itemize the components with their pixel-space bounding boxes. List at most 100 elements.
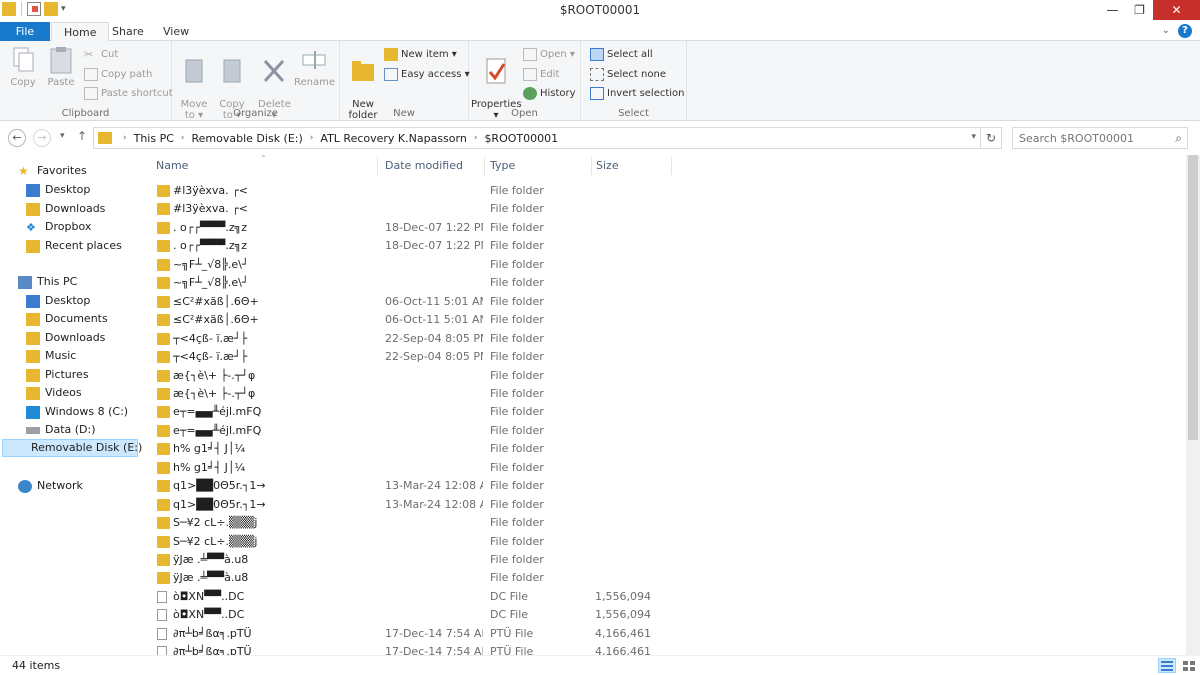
- table-row[interactable]: h% g1╛┤ J│¼ File folder: [140, 459, 1186, 477]
- column-header-date[interactable]: Date modified: [385, 155, 463, 177]
- table-row[interactable]: ≤C²#xäß│.6Θ+ 06-Oct-11 5:01 AM File folder: [140, 311, 1186, 329]
- star-icon: ★: [18, 163, 29, 178]
- table-row[interactable]: ~╗F┴_√8╠.e\┘ File folder: [140, 256, 1186, 274]
- table-row[interactable]: #l3ÿèxva. ┌< File folder: [140, 182, 1186, 200]
- table-row[interactable]: æ{┐è\+ ├-.┬┘φ File folder: [140, 385, 1186, 403]
- chevron-right-icon[interactable]: ›: [181, 133, 185, 143]
- help-icon[interactable]: ?: [1178, 24, 1192, 38]
- table-row[interactable]: ∂π┴b╛ßα╕.pTÜ 17-Dec-14 7:54 AM PTÜ File 4,1…: [140, 643, 1186, 655]
- paste-button[interactable]: Paste: [45, 45, 77, 88]
- table-row[interactable]: ò◘XN▀▀..DC DC File 1,556,094 KB: [140, 588, 1186, 606]
- column-divider[interactable]: [591, 157, 592, 175]
- table-row[interactable]: S─¥2 cL÷.▒▒▒j File folder: [140, 514, 1186, 532]
- ribbon-expand-icon[interactable]: ⌄: [1162, 25, 1170, 36]
- table-row[interactable]: ┬<4çß- ï.æ┘├ 22-Sep-04 8:05 PM File folder: [140, 348, 1186, 366]
- column-divider[interactable]: [377, 157, 378, 175]
- table-row[interactable]: æ{┐è\+ ├-.┬┘φ File folder: [140, 367, 1186, 385]
- address-dropdown-icon[interactable]: ▾: [971, 132, 976, 142]
- recent-locations-icon[interactable]: ▾: [60, 131, 65, 141]
- minimize-button[interactable]: —: [1099, 0, 1126, 20]
- chevron-right-icon[interactable]: ›: [123, 133, 127, 143]
- search-box[interactable]: ⌕: [1012, 127, 1188, 149]
- nav-network[interactable]: Network: [18, 477, 83, 495]
- sort-ascending-icon: ⌃: [260, 155, 267, 163]
- details-view-button[interactable]: [1158, 658, 1176, 673]
- nav-label: Removable Disk (E:): [31, 441, 143, 454]
- breadcrumb-atl-recovery[interactable]: ATL Recovery K.Napassorn: [320, 132, 466, 145]
- rename-button[interactable]: Rename: [294, 45, 335, 88]
- nav-this-pc[interactable]: This PC: [18, 273, 77, 291]
- table-row[interactable]: ┬<4çß- ï.æ┘├ 22-Sep-04 8:05 PM File folder: [140, 330, 1186, 348]
- column-header-name[interactable]: Name: [156, 155, 188, 177]
- close-button[interactable]: ✕: [1153, 0, 1200, 20]
- table-row[interactable]: . o┌┌▀▀▀.z╗z 18-Dec-07 1:22 PM File folder: [140, 237, 1186, 255]
- nav-favorites[interactable]: ★ Favorites: [18, 162, 87, 180]
- nav-pc-data-d[interactable]: Data (D:): [26, 421, 96, 439]
- column-divider[interactable]: [484, 157, 485, 175]
- new-item-button[interactable]: New item ▾: [384, 48, 457, 61]
- nav-fav-downloads[interactable]: Downloads: [26, 200, 105, 218]
- table-row[interactable]: e┬=▄▄╨éjl.mFQ File folder: [140, 403, 1186, 421]
- copy-path-button[interactable]: Copy path: [84, 68, 152, 81]
- table-row[interactable]: q1>██0Θ5r.┐1→ 13-Mar-24 12:08 A... File fo…: [140, 477, 1186, 495]
- large-icons-view-button[interactable]: [1180, 658, 1198, 673]
- column-header-type[interactable]: Type: [490, 155, 515, 177]
- paste-shortcut-button[interactable]: Paste shortcut: [84, 87, 173, 100]
- nav-fav-desktop[interactable]: Desktop: [26, 181, 90, 199]
- breadcrumb-removable-disk[interactable]: Removable Disk (E:): [192, 132, 303, 145]
- column-header-size[interactable]: Size: [596, 155, 619, 177]
- nav-pc-removable-e[interactable]: Removable Disk (E:): [2, 439, 142, 457]
- chevron-right-icon[interactable]: ›: [474, 133, 478, 143]
- scrollbar-thumb[interactable]: [1188, 155, 1198, 440]
- tab-view[interactable]: View: [151, 22, 201, 41]
- file-name: ≤C²#xäß│.6Θ+: [173, 295, 259, 308]
- nav-pc-windows-c[interactable]: Windows 8 (C:): [26, 403, 128, 421]
- select-all-button[interactable]: Select all: [590, 48, 653, 61]
- nav-pc-downloads[interactable]: Downloads: [26, 329, 105, 347]
- edit-button[interactable]: Edit: [523, 68, 559, 81]
- cut-button[interactable]: ✂ Cut: [84, 48, 118, 61]
- address-bar[interactable]: › This PC › Removable Disk (E:) › ATL Re…: [93, 127, 981, 149]
- nav-pc-desktop[interactable]: Desktop: [26, 292, 90, 310]
- nav-pc-videos[interactable]: Videos: [26, 384, 82, 402]
- computer-icon: [18, 275, 32, 289]
- nav-fav-dropbox[interactable]: ❖ Dropbox: [26, 218, 91, 236]
- refresh-button[interactable]: ↻: [981, 127, 1002, 149]
- column-divider[interactable]: [671, 157, 672, 175]
- open-button[interactable]: Open ▾: [523, 48, 575, 61]
- up-arrow-icon[interactable]: ↑: [77, 129, 87, 143]
- breadcrumb-root[interactable]: $ROOT00001: [484, 132, 558, 145]
- table-row[interactable]: ò◘XN▀▀..DC DC File 1,556,094 KB: [140, 606, 1186, 624]
- select-none-button[interactable]: Select none: [590, 68, 666, 81]
- table-row[interactable]: e┬=▄▄╨éjl.mFQ File folder: [140, 422, 1186, 440]
- tab-share[interactable]: Share: [100, 22, 156, 41]
- chevron-right-icon[interactable]: ›: [310, 133, 314, 143]
- nav-pc-documents[interactable]: Documents: [26, 310, 108, 328]
- table-row[interactable]: ≤C²#xäß│.6Θ+ 06-Oct-11 5:01 AM File folder: [140, 293, 1186, 311]
- table-row[interactable]: ~╗F┴_√8╠.e\┘ File folder: [140, 274, 1186, 292]
- open-group: Properties ▾ Open ▾ Edit History Open: [469, 41, 581, 121]
- nav-fav-recent-places[interactable]: Recent places: [26, 237, 122, 255]
- table-row[interactable]: ÿJæ .╧▀▀à.u8 File folder: [140, 569, 1186, 587]
- invert-selection-button[interactable]: Invert selection: [590, 87, 685, 100]
- table-row[interactable]: #l3ÿèxva. ┌< File folder: [140, 200, 1186, 218]
- table-row[interactable]: q1>██0Θ5r.┐1→ 13-Mar-24 12:08 A... File fo…: [140, 496, 1186, 514]
- table-row[interactable]: S─¥2 cL÷.▒▒▒j File folder: [140, 533, 1186, 551]
- vertical-scrollbar[interactable]: [1186, 155, 1200, 655]
- table-row[interactable]: . o┌┌▀▀▀.z╗z 18-Dec-07 1:22 PM File folder: [140, 219, 1186, 237]
- breadcrumb-this-pc[interactable]: This PC: [134, 132, 174, 145]
- nav-pc-music[interactable]: Music: [26, 347, 76, 365]
- back-button[interactable]: ←: [8, 129, 26, 147]
- forward-button[interactable]: →: [33, 129, 51, 147]
- search-input[interactable]: [1019, 131, 1164, 145]
- new-group-label: New: [393, 108, 415, 119]
- table-row[interactable]: h% g1╛┤ J│¼ File folder: [140, 440, 1186, 458]
- table-row[interactable]: ∂π┴b╛ßα╕.pTÜ 17-Dec-14 7:54 AM PTÜ File 4,1…: [140, 625, 1186, 643]
- nav-pc-pictures[interactable]: Pictures: [26, 366, 89, 384]
- history-button[interactable]: History: [523, 87, 576, 100]
- maximize-button[interactable]: ❐: [1126, 0, 1153, 20]
- copy-button[interactable]: Copy: [8, 45, 38, 88]
- table-row[interactable]: ÿJæ .╧▀▀à.u8 File folder: [140, 551, 1186, 569]
- easy-access-button[interactable]: Easy access ▾: [384, 68, 470, 81]
- tab-file[interactable]: File: [0, 22, 50, 41]
